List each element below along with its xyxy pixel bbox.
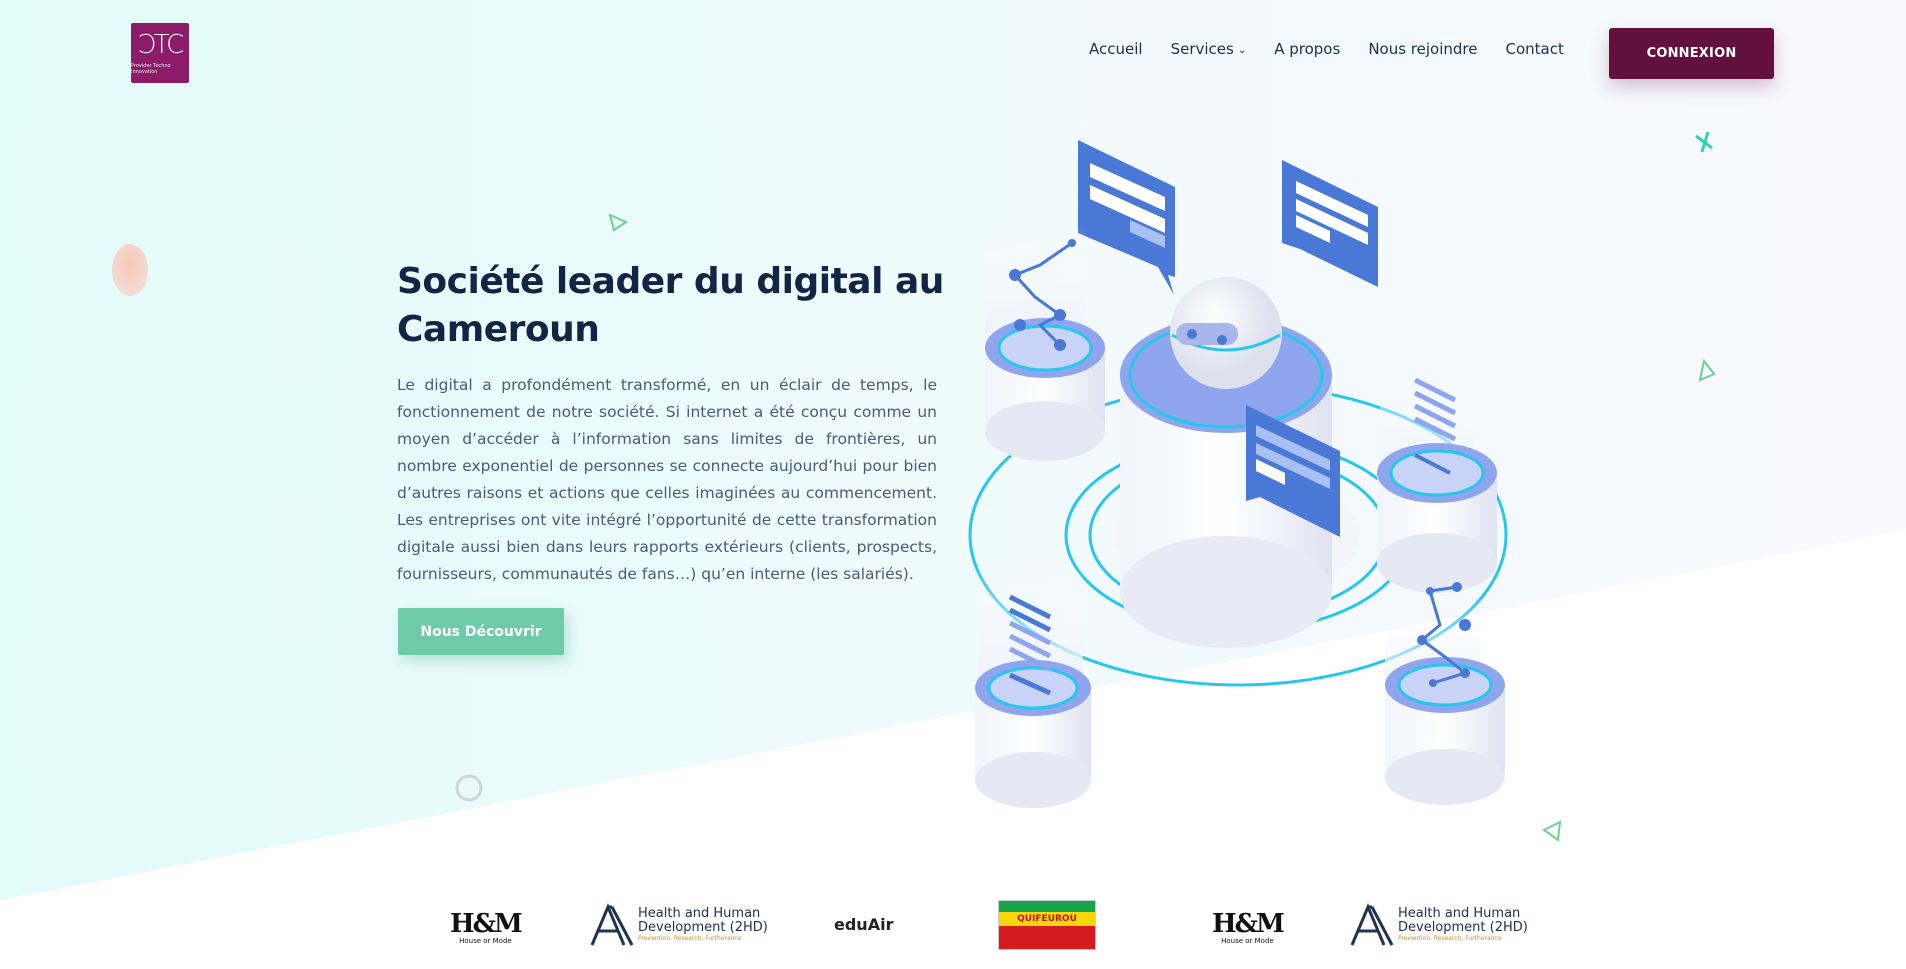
partner-name: eduAir xyxy=(834,915,894,934)
digital-network-illustration xyxy=(968,140,1508,808)
partner-subtitle: House or Mode xyxy=(459,937,512,945)
partners-strip: H&M House or Mode Health and Human Develop… xyxy=(0,893,1906,969)
partner-line2: Development (2HD) xyxy=(638,920,768,935)
company-logo[interactable]: ƆTC Provider Techno Innovation xyxy=(131,23,189,83)
main-nav: Accueil Services ⌄ A propos Nous rejoindr… xyxy=(1089,40,1564,58)
hero-title: Société leader du digital au Cameroun xyxy=(397,261,944,350)
nav-item-services[interactable]: Services ⌄ xyxy=(1171,40,1247,58)
chevron-down-icon: ⌄ xyxy=(1237,44,1247,56)
decor-circle-icon xyxy=(455,774,483,802)
decor-triangle-icon xyxy=(608,213,629,232)
decor-triangle-icon xyxy=(1542,820,1562,842)
partner-subtitle: House or Mode xyxy=(1221,937,1274,945)
2hd-logo-icon xyxy=(1350,903,1394,946)
partner-line1: Health and Human xyxy=(1398,906,1521,921)
hero-description: Le digital a profondément transformé, en… xyxy=(397,376,937,583)
hero-background xyxy=(0,0,1906,900)
partner-name: H&M xyxy=(450,909,523,939)
decor-triangle-icon xyxy=(1698,358,1716,382)
nav-label: Accueil xyxy=(1089,40,1143,58)
partner-line1: Health and Human xyxy=(638,906,761,921)
logo-tagline: Provider Techno Innovation xyxy=(131,63,171,75)
login-button[interactable]: CONNEXION xyxy=(1609,28,1774,79)
partner-logo-hm[interactable]: H&M House or Mode xyxy=(450,909,523,945)
nav-label: A propos xyxy=(1274,40,1341,58)
partner-logo-hm[interactable]: H&M House or Mode xyxy=(1212,909,1285,945)
partner-logo-eduair[interactable]: eduAir xyxy=(834,915,893,934)
partner-logo-quifeurou[interactable]: QUIFEUROU xyxy=(998,900,1096,950)
nav-label: Nous rejoindre xyxy=(1368,40,1478,58)
nav-item-accueil[interactable]: Accueil xyxy=(1089,40,1143,58)
partner-line2: Development (2HD) xyxy=(1398,920,1528,935)
logo-mark: ƆTC xyxy=(137,30,185,60)
partner-name: QUIFEUROU xyxy=(999,912,1095,927)
partner-subtitle: Prevention, Research, Furtherance xyxy=(638,935,742,942)
nav-item-contact[interactable]: Contact xyxy=(1505,40,1563,58)
nav-item-a-propos[interactable]: A propos xyxy=(1274,40,1340,58)
nav-label: Services xyxy=(1170,40,1234,58)
decor-plus-icon xyxy=(1695,131,1713,153)
discover-button[interactable]: Nous Découvrir xyxy=(398,608,564,655)
decor-blob-icon xyxy=(112,244,148,296)
nav-item-nous-rejoindre[interactable]: Nous rejoindre xyxy=(1368,40,1477,58)
nav-label: Contact xyxy=(1505,40,1564,58)
partner-logo-2hd[interactable]: Health and Human Development (2HD) Prevent… xyxy=(588,903,768,947)
2hd-logo-icon xyxy=(590,903,634,946)
partner-logo-2hd[interactable]: Health and Human Development (2HD) Prevent… xyxy=(1348,903,1528,947)
partner-subtitle: Prevention, Research, Furtherance xyxy=(1398,935,1502,942)
partner-name: H&M xyxy=(1212,909,1285,939)
